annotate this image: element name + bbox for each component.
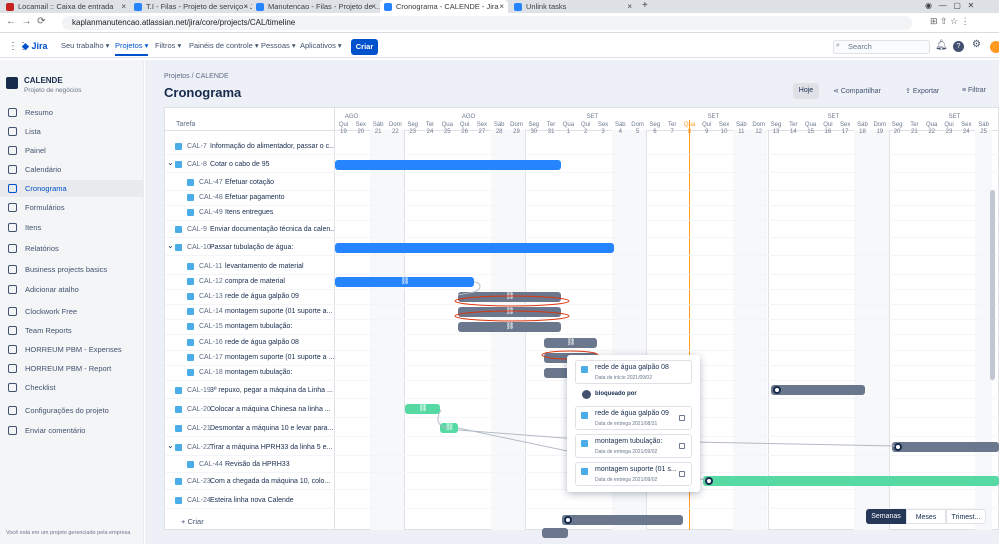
zoom-quarters[interactable]: Trimest... bbox=[946, 509, 986, 524]
link-icon bbox=[582, 390, 591, 399]
zoom-months[interactable]: Meses bbox=[906, 509, 946, 524]
dependency-popup: rede de água galpão 08 Data de início 202… bbox=[567, 355, 700, 492]
create-issue-button[interactable]: + Criar bbox=[181, 517, 204, 526]
popup-item[interactable]: montagem tubulação: Data de entrega 2021/… bbox=[575, 434, 692, 458]
subtask-icon bbox=[581, 366, 588, 373]
popup-item[interactable]: montagem suporte (01 s... Data de entrega… bbox=[575, 462, 692, 486]
subtask-icon bbox=[581, 412, 588, 419]
dependency-lines bbox=[437, 281, 896, 481]
blocked-by-label: bloqueado por bbox=[595, 391, 637, 397]
subtask-icon bbox=[581, 468, 588, 475]
subtask-icon bbox=[581, 440, 588, 447]
open-icon[interactable] bbox=[679, 443, 685, 449]
popup-item[interactable]: rede de água galpão 09 Data de entrega 20… bbox=[575, 406, 692, 430]
popup-item[interactable]: rede de água galpão 08 Data de início 202… bbox=[575, 360, 692, 384]
vertical-scrollbar[interactable] bbox=[990, 190, 995, 380]
open-icon[interactable] bbox=[679, 471, 685, 477]
zoom-weeks[interactable]: Semanas bbox=[866, 509, 906, 524]
open-icon[interactable] bbox=[679, 415, 685, 421]
